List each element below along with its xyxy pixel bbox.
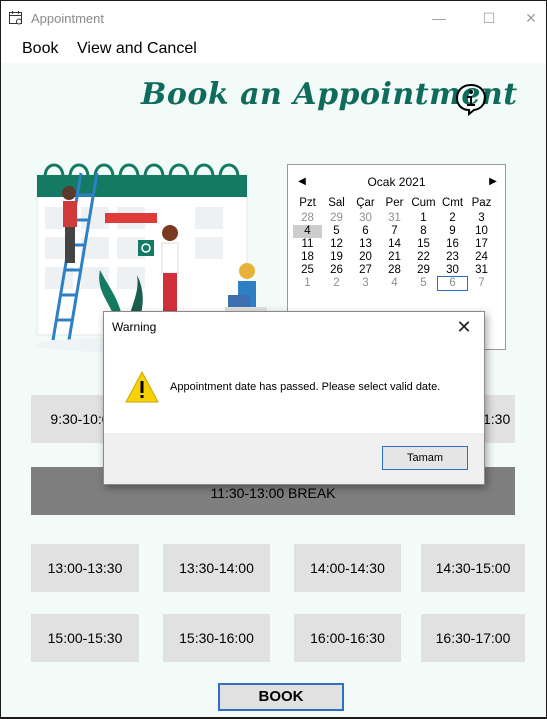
- info-icon[interactable]: [454, 82, 488, 116]
- calendar-day[interactable]: 29: [322, 212, 351, 225]
- time-slot-1400[interactable]: 14:00-14:30: [294, 544, 401, 592]
- time-slot-row1-right-label: 1:30: [483, 411, 511, 427]
- calendar-day[interactable]: 1: [409, 212, 438, 225]
- calendar-day[interactable]: 15: [409, 238, 438, 251]
- maximize-button[interactable]: ☐: [475, 7, 503, 29]
- book-button[interactable]: BOOK: [218, 683, 344, 711]
- calendar-day[interactable]: 17: [467, 238, 496, 251]
- dialog-title-bar: Warning ✕: [104, 312, 484, 342]
- menu-bar: Book View and Cancel: [1, 37, 546, 63]
- calendar-day[interactable]: 31: [467, 264, 496, 277]
- app-window: Appointment — ☐ ✕ Book View and Cancel B…: [0, 0, 547, 719]
- time-slot-1330[interactable]: 13:30-14:00: [163, 544, 270, 592]
- calendar-day[interactable]: 26: [322, 264, 351, 277]
- warning-icon: [125, 370, 159, 403]
- dialog-message: Appointment date has passed. Please sele…: [170, 381, 441, 393]
- dialog-close-icon[interactable]: ✕: [452, 315, 476, 339]
- calendar-day[interactable]: 31: [380, 212, 409, 225]
- calendar-app-icon: [9, 11, 22, 25]
- calendar-day[interactable]: 3: [467, 212, 496, 225]
- menu-book[interactable]: Book: [22, 40, 58, 58]
- weekday-header: Per: [385, 197, 404, 209]
- ok-button[interactable]: Tamam: [382, 446, 468, 470]
- calendar-day[interactable]: 23: [438, 251, 467, 264]
- calendar-day[interactable]: 4: [293, 225, 322, 238]
- calendar-day[interactable]: 29: [409, 264, 438, 277]
- calendar-day[interactable]: 30: [351, 212, 380, 225]
- calendar-day[interactable]: 9: [438, 225, 467, 238]
- time-slot-1530[interactable]: 15:30-16:00: [163, 614, 270, 662]
- time-slot-1600[interactable]: 16:00-16:30: [294, 614, 401, 662]
- window-title: Appointment: [31, 11, 104, 26]
- calendar-day[interactable]: 2: [322, 277, 351, 290]
- calendar-day[interactable]: 21: [380, 251, 409, 264]
- weekday-header: Cum: [411, 197, 436, 209]
- calendar-month-label[interactable]: Ocak 2021: [288, 173, 505, 191]
- calendar-day[interactable]: 11: [293, 238, 322, 251]
- calendar-day[interactable]: 27: [351, 264, 380, 277]
- calendar-day[interactable]: 3: [351, 277, 380, 290]
- time-slot-1300[interactable]: 13:00-13:30: [31, 544, 139, 592]
- calendar-day[interactable]: 12: [322, 238, 351, 251]
- calendar-day[interactable]: 4: [380, 277, 409, 290]
- calendar-day[interactable]: 13: [351, 238, 380, 251]
- weekday-header: Sal: [328, 197, 345, 209]
- dialog-body: Appointment date has passed. Please sele…: [104, 342, 484, 433]
- close-window-button[interactable]: ✕: [517, 7, 545, 29]
- minimize-button[interactable]: —: [425, 7, 453, 29]
- calendar-day[interactable]: 18: [293, 251, 322, 264]
- calendar-day[interactable]: 6: [351, 225, 380, 238]
- calendar-day[interactable]: 28: [380, 264, 409, 277]
- calendar-day[interactable]: 19: [322, 251, 351, 264]
- next-month-arrow-icon[interactable]: ▶: [485, 173, 501, 191]
- calendar-day[interactable]: 25: [293, 264, 322, 277]
- calendar-day[interactable]: 7: [380, 225, 409, 238]
- calendar-day[interactable]: 24: [467, 251, 496, 264]
- calendar-day[interactable]: 28: [293, 212, 322, 225]
- calendar-day[interactable]: 30: [438, 264, 467, 277]
- calendar-day[interactable]: 8: [409, 225, 438, 238]
- calendar-day[interactable]: 1: [293, 277, 322, 290]
- calendar-day[interactable]: 22: [409, 251, 438, 264]
- warning-dialog: Warning ✕ Appointment date has passed. P…: [103, 311, 485, 485]
- menu-view-and-cancel[interactable]: View and Cancel: [77, 40, 197, 58]
- calendar-day[interactable]: 6: [437, 276, 468, 291]
- time-slot-1430[interactable]: 14:30-15:00: [421, 544, 525, 592]
- weekday-header: Pzt: [299, 197, 316, 209]
- calendar-day[interactable]: 5: [322, 225, 351, 238]
- dialog-title: Warning: [112, 320, 157, 334]
- calendar-day[interactable]: 10: [467, 225, 496, 238]
- weekday-header: Çar: [356, 197, 375, 209]
- calendar-day[interactable]: 20: [351, 251, 380, 264]
- calendar-day[interactable]: 16: [438, 238, 467, 251]
- weekday-header: Cmt: [441, 197, 464, 209]
- time-slot-1630[interactable]: 16:30-17:00: [421, 614, 525, 662]
- weekday-header: Paz: [471, 197, 492, 209]
- calendar-day[interactable]: 2: [438, 212, 467, 225]
- calendar-day[interactable]: 5: [409, 277, 438, 290]
- calendar-day[interactable]: 14: [380, 238, 409, 251]
- title-bar: Appointment — ☐ ✕: [1, 1, 546, 37]
- calendar-day[interactable]: 7: [467, 277, 496, 290]
- time-slot-1500[interactable]: 15:00-15:30: [31, 614, 139, 662]
